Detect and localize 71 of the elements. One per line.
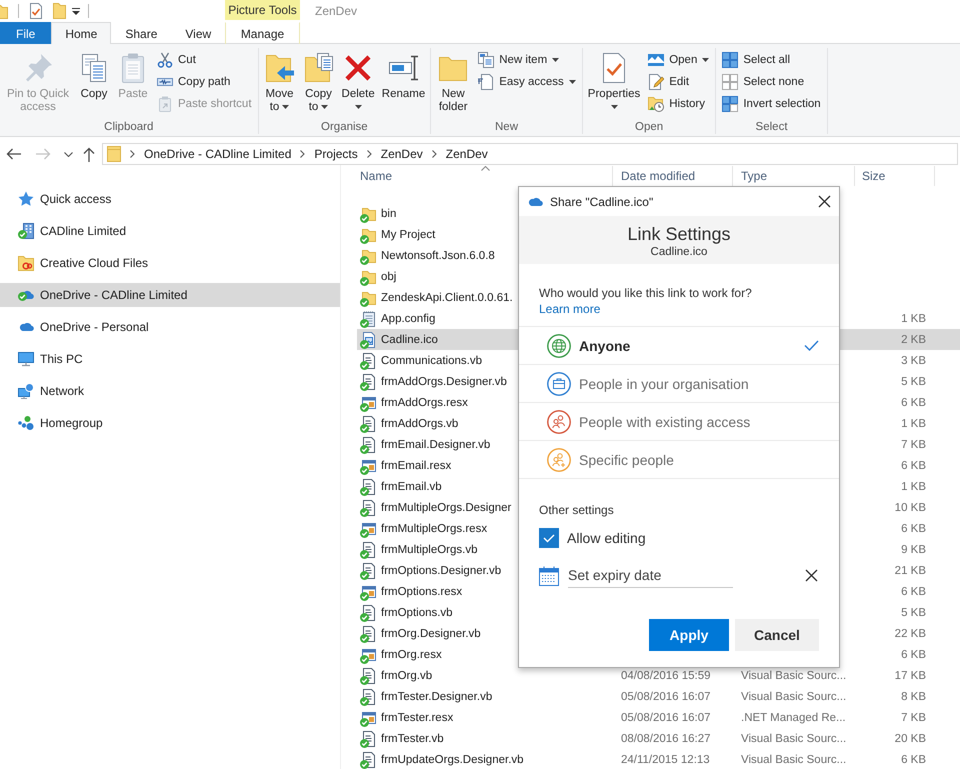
group-label: Clipboard (104, 120, 154, 134)
dialog-heading: Link Settings (627, 223, 731, 245)
group-label: Select (756, 120, 788, 134)
modified-date: 05/08/2016 16:07 (621, 712, 711, 724)
file-size: 10 KB (894, 502, 926, 514)
file-type: Visual Basic Sourc... (741, 754, 846, 766)
file-name: frmMultipleOrgs.resx (381, 522, 488, 534)
file-size: 6 KB (901, 522, 926, 534)
file-size: 5 KB (901, 606, 926, 618)
file-type: .NET Managed Re... (741, 712, 846, 724)
group-label: New (495, 120, 518, 134)
file-size: 7 KB (901, 712, 926, 724)
file-name: frmMultipleOrgs.vb (381, 544, 478, 556)
modified-date: 05/08/2016 16:07 (621, 690, 711, 702)
section-label: Other settings (539, 502, 614, 518)
file-name: Cadline.ico (381, 334, 438, 346)
file-name: My Project (381, 228, 436, 240)
file-name: frmEmail.resx (381, 460, 452, 472)
dialog-subheading: Cadline.ico (650, 245, 708, 259)
file-name: Newtonsoft.Json.6.0.8 (381, 250, 495, 262)
file-size: 20 KB (894, 732, 926, 744)
file-name: frmTester.vb (381, 732, 444, 744)
modified-date: 08/08/2016 16:27 (621, 732, 711, 744)
file-name: Communications.vb (381, 354, 482, 366)
file-size: 5 KB (901, 376, 926, 388)
file-size: 21 KB (894, 564, 926, 576)
file-size: 1 KB (901, 418, 926, 430)
file-size: 1 KB (901, 312, 926, 324)
file-type: Visual Basic Sourc... (741, 690, 846, 702)
file-name: frmOrg.resx (381, 648, 442, 660)
modified-date: 24/11/2015 12:13 (621, 754, 710, 766)
file-type: Visual Basic Sourc... (741, 670, 846, 682)
group-label: Organise (321, 120, 368, 134)
modified-date: 04/08/2016 15:59 (621, 670, 711, 682)
file-size: 6 KB (901, 396, 926, 408)
file-name: frmEmail.vb (381, 480, 442, 492)
file-type: Visual Basic Sourc... (741, 732, 846, 744)
file-size: 6 KB (901, 648, 926, 660)
file-size: 22 KB (894, 628, 926, 640)
file-name: frmOptions.resx (381, 586, 462, 598)
file-name: frmAddOrgs.resx (381, 396, 468, 408)
file-name: frmTester.resx (381, 712, 454, 724)
file-size: 6 KB (901, 754, 926, 766)
file-size: 8 KB (901, 690, 926, 702)
file-name: frmEmail.Designer.vb (381, 438, 490, 450)
file-size: 6 KB (901, 586, 926, 598)
file-size: 9 KB (901, 544, 926, 556)
file-name: obj (381, 270, 396, 282)
file-name: App.config (381, 312, 436, 324)
file-size: 2 KB (901, 334, 926, 346)
file-name: ZendeskApi.Client.0.0.61. (381, 292, 513, 304)
file-name: frmAddOrgs.Designer.vb (381, 376, 507, 388)
file-name: frmAddOrgs.vb (381, 418, 458, 430)
file-name: frmOptions.Designer.vb (381, 564, 502, 576)
window-title: ZenDev (315, 3, 358, 20)
group-label: Open (635, 120, 664, 134)
file-name: frmTester.Designer.vb (381, 690, 492, 702)
file-name: frmOrg.vb (381, 670, 432, 682)
file-name: frmUpdateOrgs.Designer.vb (381, 754, 524, 766)
file-name: frmOrg.Designer.vb (381, 628, 481, 640)
file-name: frmMultipleOrgs.Designer (381, 502, 512, 514)
file-size: 7 KB (901, 438, 926, 450)
file-size: 6 KB (901, 460, 926, 472)
file-name: frmOptions.vb (381, 606, 453, 618)
file-size: 17 KB (894, 670, 926, 682)
context-tab-label: Picture Tools (225, 0, 300, 20)
file-size: 3 KB (901, 354, 926, 366)
file-name: bin (381, 208, 396, 220)
dialog-title: Share "Cadline.ico" (550, 194, 654, 208)
question-text: Who would you like this link to work for? Learn more (519, 264, 839, 327)
file-size: 1 KB (901, 480, 926, 492)
